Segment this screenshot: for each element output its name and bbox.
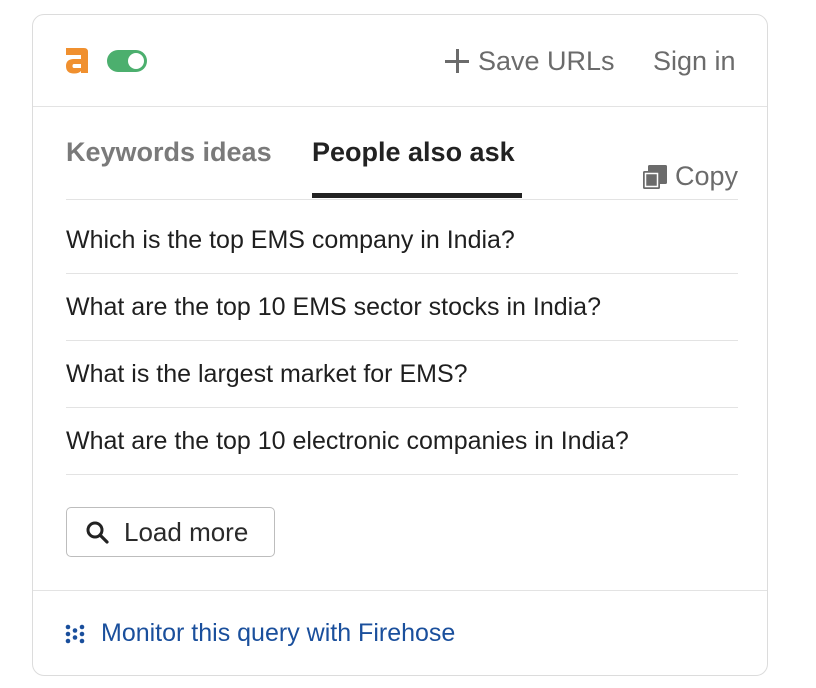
sign-in-link[interactable]: Sign in — [653, 41, 736, 81]
question-item[interactable]: Which is the top EMS company in India? — [66, 207, 738, 274]
save-urls-button[interactable]: Save URLs — [445, 41, 615, 81]
copy-icon — [642, 164, 667, 189]
people-also-ask-widget: Save URLs Sign in Keywords ideas People … — [32, 14, 768, 676]
copy-button[interactable]: Copy — [642, 161, 738, 192]
copy-label: Copy — [674, 161, 738, 191]
tab-bar: Keywords ideas People also ask Copy — [66, 107, 738, 200]
load-more-button[interactable]: Load more — [66, 507, 275, 557]
firehose-link[interactable]: Monitor this query with Firehose — [64, 619, 455, 648]
tab-people-also-ask[interactable]: People also ask — [312, 137, 515, 168]
widget-header: Save URLs Sign in — [33, 15, 767, 107]
question-item[interactable]: What are the top 10 electronic companies… — [66, 408, 738, 475]
firehose-label: Monitor this query with Firehose — [101, 619, 456, 647]
widget-footer: Monitor this query with Firehose — [33, 590, 767, 677]
question-list: Which is the top EMS company in India? W… — [66, 207, 738, 475]
ahrefs-logo-icon[interactable] — [64, 45, 90, 75]
toggle-knob — [128, 53, 144, 69]
save-urls-label: Save URLs — [478, 45, 615, 76]
search-icon — [86, 521, 109, 544]
firehose-icon — [65, 624, 85, 643]
question-item[interactable]: What is the largest market for EMS? — [66, 341, 738, 408]
load-more-label: Load more — [124, 516, 249, 547]
question-item[interactable]: What are the top 10 EMS sector stocks in… — [66, 274, 738, 341]
active-tab-indicator — [312, 193, 522, 198]
tab-keywords-ideas[interactable]: Keywords ideas — [66, 137, 272, 168]
extension-toggle[interactable] — [107, 50, 147, 72]
plus-icon — [445, 49, 469, 73]
